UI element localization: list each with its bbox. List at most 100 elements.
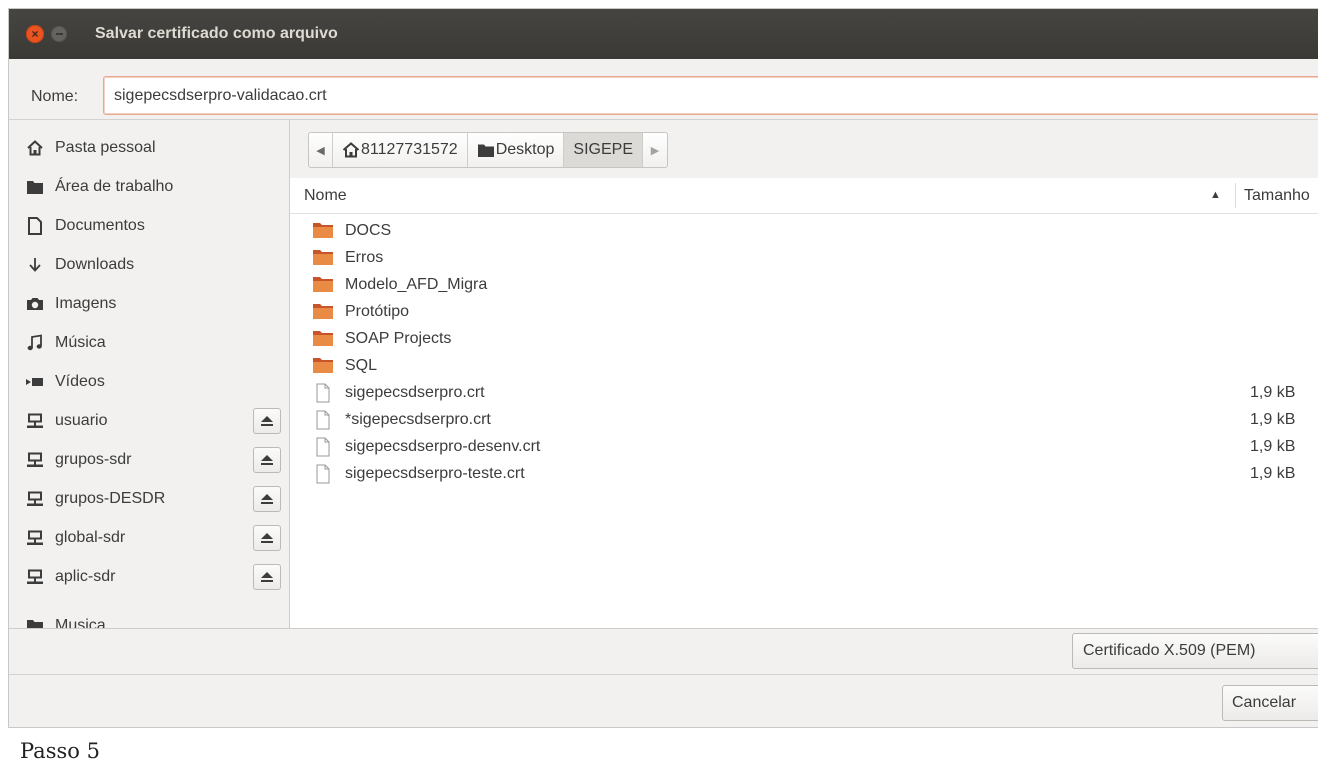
network-drive-icon: [25, 411, 45, 431]
music-icon: [25, 333, 45, 353]
sidebar-item-grupos-sdr[interactable]: grupos-sdr: [9, 440, 289, 479]
sidebar-item-documentos[interactable]: Documentos: [9, 206, 289, 245]
path-segment-label: SIGEPE: [573, 141, 633, 158]
column-name-header[interactable]: Nome: [304, 178, 347, 213]
sidebar-item-label: Vídeos: [55, 372, 105, 390]
file-row[interactable]: Protótipo: [290, 298, 1318, 325]
filter-row: Certificado X.509 (PEM): [9, 629, 1318, 674]
sidebar-item-label: Imagens: [55, 294, 117, 312]
sidebar-item-downloads[interactable]: Downloads: [9, 245, 289, 284]
column-header: Nome ▲ Tamanho: [290, 178, 1318, 214]
sidebar-item-label: aplic-sdr: [55, 567, 116, 585]
network-drive-icon: [25, 450, 45, 470]
file-row[interactable]: sigepecsdserpro-desenv.crt 1,9 kB: [290, 433, 1318, 460]
path-segment-sigepe[interactable]: SIGEPE: [564, 133, 643, 167]
folder-icon: [477, 143, 495, 158]
eject-icon: [260, 532, 274, 544]
folder-icon: [312, 248, 334, 268]
eject-icon: [260, 571, 274, 583]
file-list: DOCS Erros Modelo_AFD_Migra Protótipo SOAP P…: [290, 217, 1318, 487]
eject-icon: [260, 493, 274, 505]
file-name: sigepecsdserpro-desenv.crt: [345, 437, 541, 455]
sidebar-item-grupos-desdr[interactable]: grupos-DESDR: [9, 479, 289, 518]
file-name: SOAP Projects: [345, 329, 452, 347]
eject-icon: [260, 454, 274, 466]
network-drive-icon: [25, 489, 45, 509]
sort-ascending-icon: ▲: [1210, 189, 1221, 201]
file-row[interactable]: SQL: [290, 352, 1318, 379]
file-type-filter-select[interactable]: Certificado X.509 (PEM): [1072, 633, 1318, 669]
file-row[interactable]: Modelo_AFD_Migra: [290, 271, 1318, 298]
sidebar-item-imagens[interactable]: Imagens: [9, 284, 289, 323]
file-name: Modelo_AFD_Migra: [345, 275, 488, 293]
folder-icon: [25, 177, 45, 197]
eject-button[interactable]: [253, 446, 281, 473]
sidebar-item-label: grupos-DESDR: [55, 489, 166, 507]
close-window-button[interactable]: ×: [26, 25, 44, 43]
file-name: Protótipo: [345, 302, 410, 320]
eject-button[interactable]: [253, 563, 281, 590]
minimize-icon: [55, 33, 63, 35]
file-row[interactable]: sigepecsdserpro.crt 1,9 kB: [290, 379, 1318, 406]
file-name: SQL: [345, 356, 378, 374]
sidebar-item-label: Área de trabalho: [55, 177, 174, 195]
sidebar-item-usuario[interactable]: usuario: [9, 401, 289, 440]
sidebar-item-musica[interactable]: Musica: [9, 606, 289, 628]
file-row[interactable]: DOCS: [290, 217, 1318, 244]
file-size: 1,9 kB: [1250, 464, 1296, 482]
path-forward-button[interactable]: ▶: [643, 133, 667, 167]
home-icon: [25, 138, 45, 158]
sidebar-item-label: usuario: [55, 411, 108, 429]
video-icon: [25, 372, 45, 392]
places-sidebar: Pasta pessoal Área de trabalho Documentos D…: [9, 120, 290, 628]
cancel-button[interactable]: Cancelar: [1222, 685, 1318, 721]
eject-button[interactable]: [253, 485, 281, 512]
sidebar-item-aplic-sdr[interactable]: aplic-sdr: [9, 557, 289, 596]
sidebar-item-música[interactable]: Música: [9, 323, 289, 362]
file-row[interactable]: *sigepecsdserpro.crt 1,9 kB: [290, 406, 1318, 433]
file-icon: [312, 437, 334, 457]
network-drive-icon: [25, 567, 45, 587]
sidebar-item-label: Musica: [55, 616, 106, 629]
sidebar-item-label: global-sdr: [55, 528, 126, 546]
sidebar-item-label: Pasta pessoal: [55, 138, 156, 156]
column-size-header[interactable]: Tamanho: [1244, 178, 1310, 213]
network-drive-icon: [25, 528, 45, 548]
sidebar-item-label: Música: [55, 333, 106, 351]
home-icon: [342, 142, 360, 158]
file-name: DOCS: [345, 221, 392, 239]
title-bar: × Salvar certificado como arquivo: [9, 9, 1318, 59]
sidebar-item-área-de-trabalho[interactable]: Área de trabalho: [9, 167, 289, 206]
step-caption: Passo 5: [20, 739, 100, 763]
path-bar-area: ◀ 81127731572 Desktop SIGEPE ▶: [290, 120, 1318, 178]
file-row[interactable]: Erros: [290, 244, 1318, 271]
eject-button[interactable]: [253, 407, 281, 434]
sidebar-item-global-sdr[interactable]: global-sdr: [9, 518, 289, 557]
eject-icon: [260, 415, 274, 427]
file-size: 1,9 kB: [1250, 410, 1296, 428]
file-row[interactable]: sigepecsdserpro-teste.crt 1,9 kB: [290, 460, 1318, 487]
sidebar-separator: [9, 596, 289, 606]
path-bar: ◀ 81127731572 Desktop SIGEPE ▶: [308, 132, 668, 168]
folder-icon: [312, 302, 334, 322]
minimize-window-button[interactable]: [51, 26, 67, 42]
path-back-button[interactable]: ◀: [309, 133, 333, 167]
folder-icon: [312, 329, 334, 349]
save-dialog: × Salvar certificado como arquivo Nome: …: [8, 8, 1318, 728]
file-size: 1,9 kB: [1250, 383, 1296, 401]
path-segment-label: 81127731572: [361, 141, 458, 158]
path-segment-desktop[interactable]: Desktop: [468, 133, 565, 167]
sidebar-item-vídeos[interactable]: Vídeos: [9, 362, 289, 401]
camera-icon: [25, 294, 45, 314]
path-segment-81127731572[interactable]: 81127731572: [333, 133, 468, 167]
column-divider[interactable]: [1235, 183, 1236, 208]
window-title: Salvar certificado como arquivo: [95, 25, 338, 42]
download-icon: [25, 255, 45, 275]
file-row[interactable]: SOAP Projects: [290, 325, 1318, 352]
folder-icon: [25, 616, 45, 628]
eject-button[interactable]: [253, 524, 281, 551]
filename-input[interactable]: [103, 76, 1318, 115]
file-name: sigepecsdserpro-teste.crt: [345, 464, 525, 482]
file-name: sigepecsdserpro.crt: [345, 383, 485, 401]
sidebar-item-pasta-pessoal[interactable]: Pasta pessoal: [9, 128, 289, 167]
